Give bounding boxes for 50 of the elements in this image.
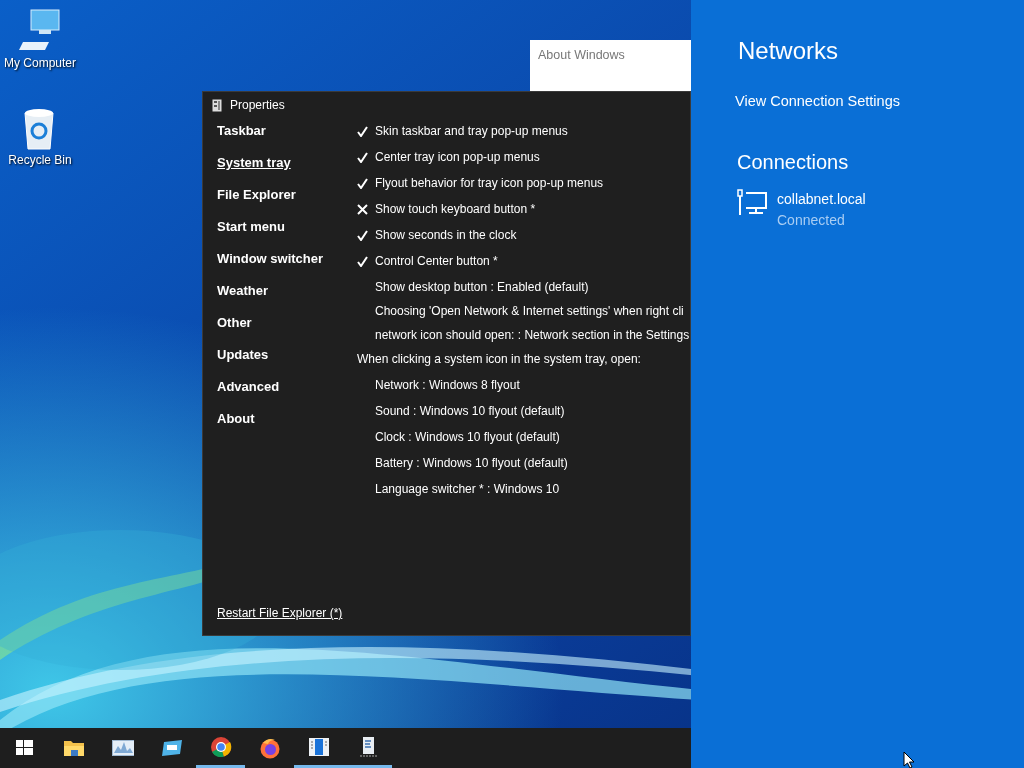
- connection-item[interactable]: collabnet.local Connected: [737, 188, 866, 231]
- document-icon: [307, 735, 330, 758]
- option-label[interactable]: Flyout behavior for tray icon pop-up menus: [375, 174, 604, 192]
- setting-label[interactable]: Battery : Windows 10 flyout (default): [375, 454, 568, 472]
- setting-label[interactable]: Clock : Windows 10 flyout (default): [375, 428, 560, 446]
- setting-label[interactable]: Sound : Windows 10 flyout (default): [375, 402, 565, 420]
- sidebar-item[interactable]: Start menu: [217, 218, 285, 250]
- window-icon: [160, 737, 183, 759]
- check-icon[interactable]: [357, 178, 368, 190]
- sidebar-item[interactable]: System tray: [217, 154, 291, 186]
- section-heading: Connections: [737, 149, 850, 175]
- restart-link[interactable]: Restart File Explorer (*): [217, 604, 343, 622]
- wired-network-icon: [737, 188, 767, 217]
- browser-icon: [209, 735, 232, 758]
- cursor-icon: [903, 751, 915, 768]
- section-label: When clicking a system icon in the system tray, open:: [357, 351, 641, 368]
- sidebar-item[interactable]: Advanced: [217, 378, 280, 410]
- browser-icon: [258, 737, 281, 759]
- sidebar-item[interactable]: About: [217, 410, 255, 442]
- sidebar-item[interactable]: Updates: [217, 346, 269, 378]
- option-label[interactable]: Show seconds in the clock: [375, 226, 517, 244]
- sidebar-item[interactable]: Taskbar: [217, 122, 266, 154]
- setting-label[interactable]: Network : Windows 8 flyout: [375, 376, 520, 394]
- connection-name: collabnet.local: [777, 189, 866, 209]
- setting-label[interactable]: network icon should open: : Network section in the Settings: [375, 326, 690, 344]
- sidebar-item[interactable]: Weather: [217, 282, 269, 314]
- setting-label[interactable]: Show desktop button : Enabled (default): [375, 278, 589, 296]
- window-title: About Windows: [537, 47, 626, 64]
- icon-label[interactable]: Recycle Bin: [0, 151, 80, 169]
- sidebar-item[interactable]: File Explorer: [217, 186, 296, 218]
- option-label[interactable]: Control Center button *: [375, 252, 498, 270]
- window-title: Properties: [230, 97, 285, 114]
- connection-status: Connected: [777, 210, 846, 230]
- option-label[interactable]: Skin taskbar and tray pop-up menus: [375, 122, 568, 140]
- option-label[interactable]: Center tray icon pop-up menus: [375, 148, 540, 166]
- check-icon[interactable]: [357, 256, 368, 268]
- settings-link[interactable]: View Connection Settings: [735, 91, 900, 113]
- check-icon[interactable]: [357, 152, 368, 164]
- window-icon: [212, 98, 222, 112]
- setting-label[interactable]: Choosing 'Open Network & Internet settings' when right cli: [375, 302, 684, 320]
- sidebar-item[interactable]: Other: [217, 314, 252, 346]
- check-icon[interactable]: [357, 126, 368, 138]
- chart-icon: [111, 737, 134, 759]
- cross-icon[interactable]: [357, 204, 368, 216]
- setting-label[interactable]: Language switcher * : Windows 10: [375, 480, 560, 498]
- sidebar-item[interactable]: Window switcher: [217, 250, 324, 282]
- flyout-title: Networks: [738, 36, 840, 66]
- check-icon[interactable]: [357, 230, 368, 242]
- option-label[interactable]: Show touch keyboard button *: [375, 200, 536, 218]
- icon-label[interactable]: My Computer: [0, 54, 80, 72]
